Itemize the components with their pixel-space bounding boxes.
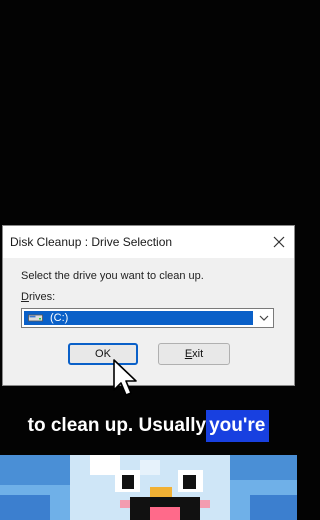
title-bar: Disk Cleanup : Drive Selection [3, 226, 294, 258]
drive-icon [28, 314, 43, 322]
drive-select[interactable]: (C:) [21, 308, 274, 328]
mouse-cursor-icon [113, 359, 137, 396]
drives-label: Drives: [21, 291, 55, 303]
game-character-art [0, 455, 297, 520]
drives-label-mnemonic: D [21, 291, 29, 303]
drives-label-rest: rives: [28, 291, 56, 303]
exit-label-rest: xit [192, 348, 204, 360]
prompt-text: Select the drive you want to clean up. [21, 270, 204, 282]
caption-text: to clean up. Usually [27, 415, 207, 436]
exit-button[interactable]: Exit [158, 343, 230, 365]
video-caption: to clean up. Usually you're [0, 408, 297, 444]
caption-highlight: you're [206, 410, 270, 442]
selected-drive: (C:) [50, 312, 69, 324]
dialog-title: Disk Cleanup : Drive Selection [10, 235, 173, 249]
chevron-down-icon[interactable] [258, 313, 270, 323]
close-icon[interactable] [268, 231, 290, 253]
disk-cleanup-dialog: Disk Cleanup : Drive Selection Select th… [2, 225, 295, 386]
drive-select-value: (C:) [24, 311, 253, 325]
